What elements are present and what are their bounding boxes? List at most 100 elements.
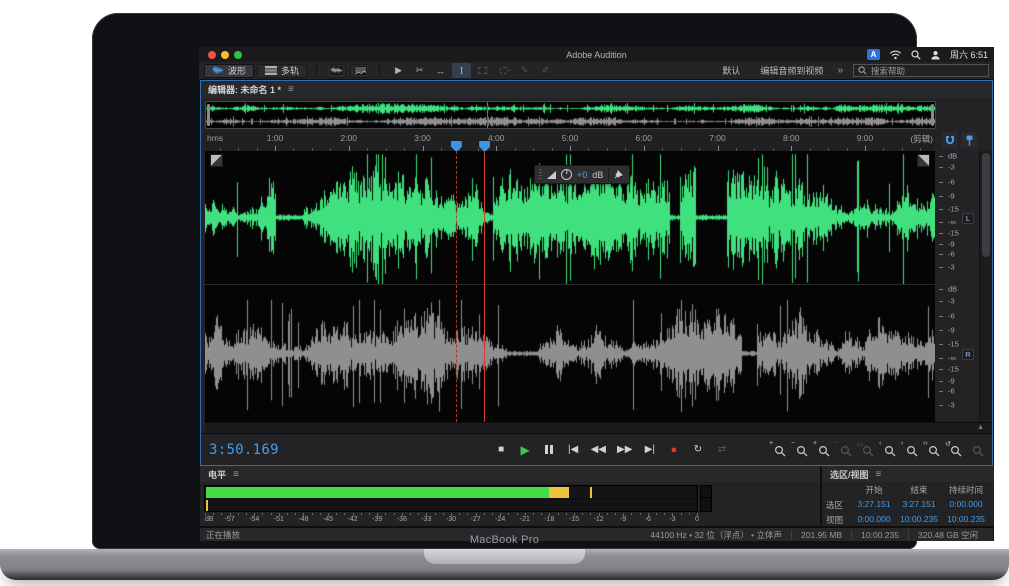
zoom-reset-button-icon (950, 445, 962, 457)
gain-hud[interactable]: +0 dB (534, 165, 630, 184)
loop-playback-button[interactable]: ↻ (691, 444, 704, 455)
db-scale-label: -9 (948, 240, 955, 249)
meter-scale-label: dB (205, 516, 214, 523)
selection-value[interactable]: 0:00.000 (942, 499, 990, 511)
marquee-selection-tool (473, 63, 492, 78)
clip-indicator (700, 485, 712, 512)
skip-to-start-button[interactable]: |◀ (567, 444, 580, 455)
spectral-display-toggle[interactable] (350, 64, 370, 78)
zoom-out-amplitude-button-icon (840, 445, 852, 457)
spot-healing-brush-tool: ✐ (536, 63, 555, 78)
meter-scale-label: 0 (695, 516, 699, 523)
zoom-out-point-button-modifier: › (901, 440, 903, 447)
screen: Adobe Audition A (199, 47, 994, 541)
zoom-selection-button[interactable]: ‹› (924, 442, 940, 457)
play-button[interactable]: ▶ (519, 443, 532, 457)
meter-scale-label: -24 (495, 516, 505, 523)
fast-forward-button[interactable]: ▶▶ (617, 444, 632, 455)
db-scale-tick (939, 209, 943, 210)
hud-pin-icon[interactable] (614, 170, 623, 179)
meter-scale-tick (582, 513, 583, 515)
overview-strip[interactable] (205, 101, 936, 129)
vertical-scrollbar[interactable] (979, 151, 992, 422)
wifi-icon[interactable] (889, 50, 902, 60)
amplitude-scale-column[interactable]: dB-3-6-9-15-∞-15-9-6-3 dB-3-6-9-15-∞-15-… (939, 151, 978, 422)
db-scale-label: -∞ (948, 218, 956, 227)
hud-grip-icon[interactable] (539, 169, 542, 180)
razor-tool[interactable]: ✂ (410, 63, 429, 78)
meter-scale-tick (459, 513, 460, 515)
gain-unit: dB (592, 170, 603, 180)
workspace-overflow-chevron[interactable]: » (837, 65, 843, 76)
overview-left-handle[interactable] (207, 104, 210, 126)
stop-button[interactable]: ■ (495, 444, 508, 455)
waveform-view-button[interactable]: 波形 (204, 64, 254, 78)
vertical-scrollbar-thumb[interactable] (982, 153, 990, 257)
paintbrush-selection-tool-icon: ✎ (521, 65, 529, 76)
db-scale-tick (939, 222, 943, 223)
meter-scale-tick (607, 513, 608, 515)
selection-value[interactable]: 3:27.151 (852, 499, 896, 511)
multitrack-view-button[interactable]: 多轨 (257, 64, 307, 78)
waveform-icon (212, 66, 224, 75)
fade-out-handle[interactable] (917, 154, 930, 167)
horizontal-zoom-strip[interactable]: ▲ (205, 422, 992, 433)
left-channel-badge[interactable]: L (962, 213, 974, 224)
snap-magnet-icon[interactable] (942, 132, 958, 148)
zoom-in-time-button[interactable]: + (770, 442, 786, 457)
rewind-button[interactable]: ◀◀ (591, 444, 606, 455)
panel-menu-icon[interactable]: ≡ (233, 469, 239, 480)
menu-bar-status-icons: A 周六 6:51 (867, 47, 988, 62)
zoom-out-time-button[interactable]: − (792, 442, 808, 457)
user-switch-icon[interactable] (930, 50, 941, 60)
selection-value[interactable]: 3:27.151 (896, 499, 942, 511)
zoom-out-amplitude-button: − (836, 442, 852, 457)
collapse-arrow-icon[interactable]: ▲ (977, 424, 984, 431)
waveform-display-toggle[interactable] (326, 64, 346, 78)
db-scale-label: -6 (948, 178, 955, 187)
gain-knob-icon[interactable] (561, 169, 572, 180)
skip-to-end-button[interactable]: ▶| (643, 444, 656, 455)
zoom-full-button (968, 442, 984, 457)
meter-scale-label: -42 (348, 516, 358, 523)
workspace-name-label[interactable]: 编辑音频到视频 (760, 64, 823, 77)
macbook-mockup: Adobe Audition A (0, 0, 1009, 586)
search-input[interactable] (871, 66, 984, 76)
fade-in-handle[interactable] (210, 154, 223, 167)
zoom-in-time-button-icon (774, 445, 786, 457)
selection-value[interactable]: 10:00.235 (896, 514, 942, 526)
meter-scale-tick (664, 513, 665, 515)
zoom-out-point-button[interactable]: › (902, 442, 918, 457)
time-display[interactable]: 3:50.169 (209, 442, 279, 458)
record-button[interactable]: ● (667, 444, 680, 456)
db-scale-label: -6 (948, 250, 955, 259)
meter-scale-tick (287, 513, 288, 515)
meter-scale-tick (631, 513, 632, 515)
marker-pin-icon[interactable] (961, 132, 977, 148)
panel-menu-icon[interactable]: ≡ (288, 84, 294, 95)
meter-scale-tick (418, 513, 419, 515)
spotlight-search-icon[interactable] (911, 50, 921, 60)
overview-right-handle[interactable] (931, 104, 934, 126)
meter-scale-tick (443, 513, 444, 515)
channel-divider (205, 284, 935, 285)
playhead-line[interactable] (484, 151, 485, 422)
zoom-reset-button[interactable]: ↺ (946, 442, 962, 457)
selection-value[interactable]: 0:00.000 (852, 514, 896, 526)
waveform-display[interactable]: +0 dB (205, 151, 935, 422)
time-selection-tool[interactable]: I (452, 63, 471, 78)
input-method-icon[interactable]: A (867, 49, 880, 60)
timeline-ruler[interactable]: hms (剪辑) 1:002:003:004:005:006:007:008:0… (205, 131, 935, 151)
pause-button[interactable] (543, 445, 556, 454)
zoom-in-amplitude-button[interactable]: + (814, 442, 830, 457)
panel-menu-icon[interactable]: ≡ (876, 469, 882, 480)
zoom-in-point-button[interactable]: ‹ (880, 442, 896, 457)
slip-tool[interactable]: ↔ (431, 63, 450, 78)
right-channel-badge[interactable]: R (962, 349, 974, 360)
selection-value[interactable]: 10:00.235 (942, 514, 990, 526)
move-tool-icon: ▶ (395, 65, 402, 76)
move-tool[interactable]: ▶ (389, 63, 408, 78)
time-selection-tool-icon: I (460, 65, 464, 77)
toolbar-divider (379, 65, 380, 77)
workspace-default-label[interactable]: 默认 (722, 64, 740, 77)
